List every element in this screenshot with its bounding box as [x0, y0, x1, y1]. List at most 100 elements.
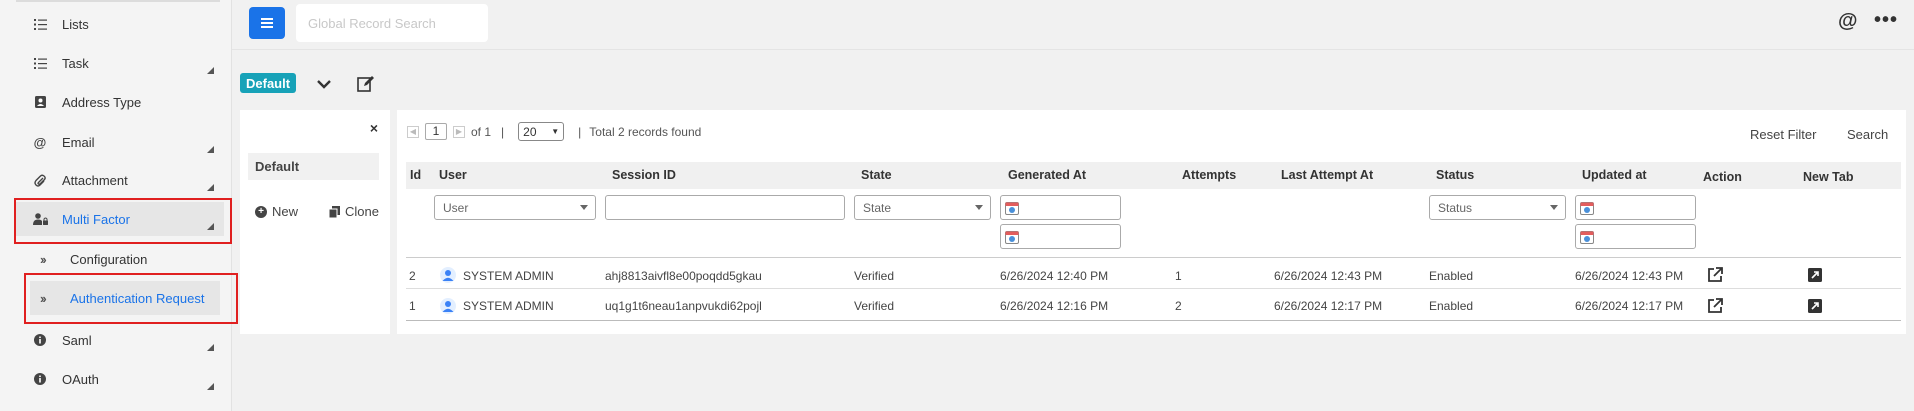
at-icon: @: [33, 134, 47, 150]
new-tab-icon[interactable]: [1807, 298, 1823, 314]
table-header: Id User Session ID State Generated At At…: [406, 162, 1901, 189]
expand-corner-icon[interactable]: [207, 223, 214, 230]
user-avatar-icon: [440, 267, 456, 283]
updated-at-from-filter[interactable]: [1575, 195, 1696, 220]
table-divider: [406, 320, 1901, 321]
column-header-new-tab: New Tab: [1803, 170, 1854, 184]
user-filter-placeholder: User: [443, 200, 469, 215]
current-view-badge[interactable]: Default: [240, 73, 297, 93]
expand-corner-icon[interactable]: [207, 344, 214, 351]
edit-view-icon[interactable]: [357, 75, 375, 93]
sidebar: Lists Task Address Type @ Email Attachme…: [0, 0, 238, 411]
generated-at-to-filter[interactable]: [1000, 224, 1121, 249]
updated-at-to-filter[interactable]: [1575, 224, 1696, 249]
paperclip-icon: [30, 174, 50, 187]
column-header-generated-at[interactable]: Generated At: [1008, 162, 1086, 189]
column-header-session-id[interactable]: Session ID: [612, 162, 676, 189]
view-item-default[interactable]: Default: [248, 153, 379, 180]
column-header-action: Action: [1703, 170, 1742, 184]
cell-id: 1: [409, 299, 416, 313]
expand-corner-icon[interactable]: [207, 67, 214, 74]
table-divider: [406, 288, 1901, 289]
sidebar-subitem-authentication-request[interactable]: ›› Authentication Request: [30, 281, 220, 315]
expand-corner-icon[interactable]: [207, 146, 214, 153]
expand-corner-icon[interactable]: [207, 383, 214, 390]
column-header-last-attempt-at[interactable]: Last Attempt At: [1281, 162, 1373, 189]
sidebar-item-label: Saml: [62, 332, 92, 348]
sidebar-subitem-configuration[interactable]: ›› Configuration: [30, 242, 220, 276]
calendar-icon[interactable]: [1005, 230, 1019, 244]
new-view-button[interactable]: + New: [255, 204, 298, 219]
sidebar-item-label: Attachment: [62, 172, 128, 188]
clone-view-button[interactable]: Clone: [329, 204, 379, 219]
chevron-down-icon[interactable]: [315, 76, 333, 92]
copy-icon: [329, 205, 340, 218]
new-tab-icon[interactable]: [1807, 267, 1823, 283]
session-id-filter-input[interactable]: [605, 195, 845, 220]
state-filter-placeholder: State: [863, 200, 892, 215]
sidebar-item-lists[interactable]: Lists: [16, 7, 224, 41]
reset-filter-button[interactable]: Reset Filter: [1750, 127, 1816, 142]
views-panel: × Default + New Clone: [240, 110, 390, 334]
total-records-text: Total 2 records found: [589, 124, 702, 139]
column-header-state[interactable]: State: [861, 162, 892, 189]
sidebar-item-task[interactable]: Task: [16, 46, 224, 80]
column-header-status[interactable]: Status: [1436, 162, 1474, 189]
sidebar-item-oauth[interactable]: OAuth: [16, 362, 224, 396]
close-icon[interactable]: ×: [370, 120, 378, 136]
cell-state: Verified: [854, 299, 895, 313]
sidebar-item-saml[interactable]: Saml: [16, 323, 224, 357]
sidebar-item-email[interactable]: @ Email: [16, 125, 224, 159]
cell-generated-at: 6/26/2024 12:16 PM: [1000, 299, 1109, 313]
plus-circle-icon: +: [255, 205, 267, 218]
user-filter-select[interactable]: User: [434, 195, 596, 220]
sidebar-item-label: Multi Factor: [62, 211, 130, 227]
column-header-updated-at[interactable]: Updated at: [1582, 162, 1647, 189]
sidebar-item-multi-factor[interactable]: Multi Factor: [16, 202, 224, 236]
calendar-icon[interactable]: [1580, 201, 1594, 215]
global-search-input[interactable]: [296, 4, 488, 42]
column-header-user[interactable]: User: [439, 162, 467, 189]
pager-separator: |: [501, 124, 505, 139]
cell-generated-at: 6/26/2024 12:40 PM: [1000, 269, 1109, 283]
state-filter-select[interactable]: State: [854, 195, 991, 220]
cell-status: Enabled: [1429, 299, 1474, 313]
open-external-icon[interactable]: [1707, 298, 1723, 314]
new-label: New: [272, 204, 299, 219]
sidebar-item-label: OAuth: [62, 371, 99, 387]
status-filter-select[interactable]: Status: [1429, 195, 1566, 220]
user-avatar-icon: [440, 298, 456, 314]
cell-user[interactable]: SYSTEM ADMIN: [463, 299, 554, 313]
chevron-down-icon: [1550, 205, 1558, 210]
double-chevron-right-icon: ››: [40, 290, 47, 306]
sidebar-item-label: Task: [62, 55, 89, 71]
hamburger-icon: [261, 16, 273, 31]
sidebar-item-label: Address Type: [62, 94, 142, 110]
prev-page-icon[interactable]: ◀: [407, 125, 419, 138]
sidebar-item-attachment[interactable]: Attachment: [16, 163, 224, 197]
page-size-select[interactable]: 20 ▼: [518, 122, 565, 141]
mention-icon[interactable]: @: [1838, 10, 1858, 33]
column-header-attempts[interactable]: Attempts: [1182, 162, 1236, 189]
list-icon: [30, 18, 50, 30]
generated-at-from-filter[interactable]: [1000, 195, 1121, 220]
search-button[interactable]: Search: [1847, 127, 1888, 142]
cell-updated-at: 6/26/2024 12:17 PM: [1575, 299, 1684, 313]
calendar-icon[interactable]: [1005, 201, 1019, 215]
calendar-icon[interactable]: [1580, 230, 1594, 244]
sidebar-item-address-type[interactable]: Address Type: [16, 85, 224, 119]
open-external-icon[interactable]: [1707, 267, 1723, 283]
next-page-icon[interactable]: ▶: [453, 125, 465, 138]
info-icon: [30, 373, 50, 385]
more-options-icon[interactable]: •••: [1874, 9, 1898, 32]
double-chevron-right-icon: ››: [40, 251, 47, 267]
page-number-input[interactable]: 1: [425, 123, 447, 140]
cell-session-id: uq1g1t6neau1anpvukdi62pojl: [605, 299, 762, 313]
menu-toggle-button[interactable]: [249, 7, 285, 39]
records-panel: ◀ 1 ▶ of 1 | 20 ▼ | Total 2 records foun…: [397, 110, 1906, 334]
cell-state: Verified: [854, 269, 895, 283]
cell-user[interactable]: SYSTEM ADMIN: [463, 269, 554, 283]
column-header-id[interactable]: Id: [410, 162, 421, 189]
cell-status: Enabled: [1429, 269, 1474, 283]
expand-corner-icon[interactable]: [207, 184, 214, 191]
